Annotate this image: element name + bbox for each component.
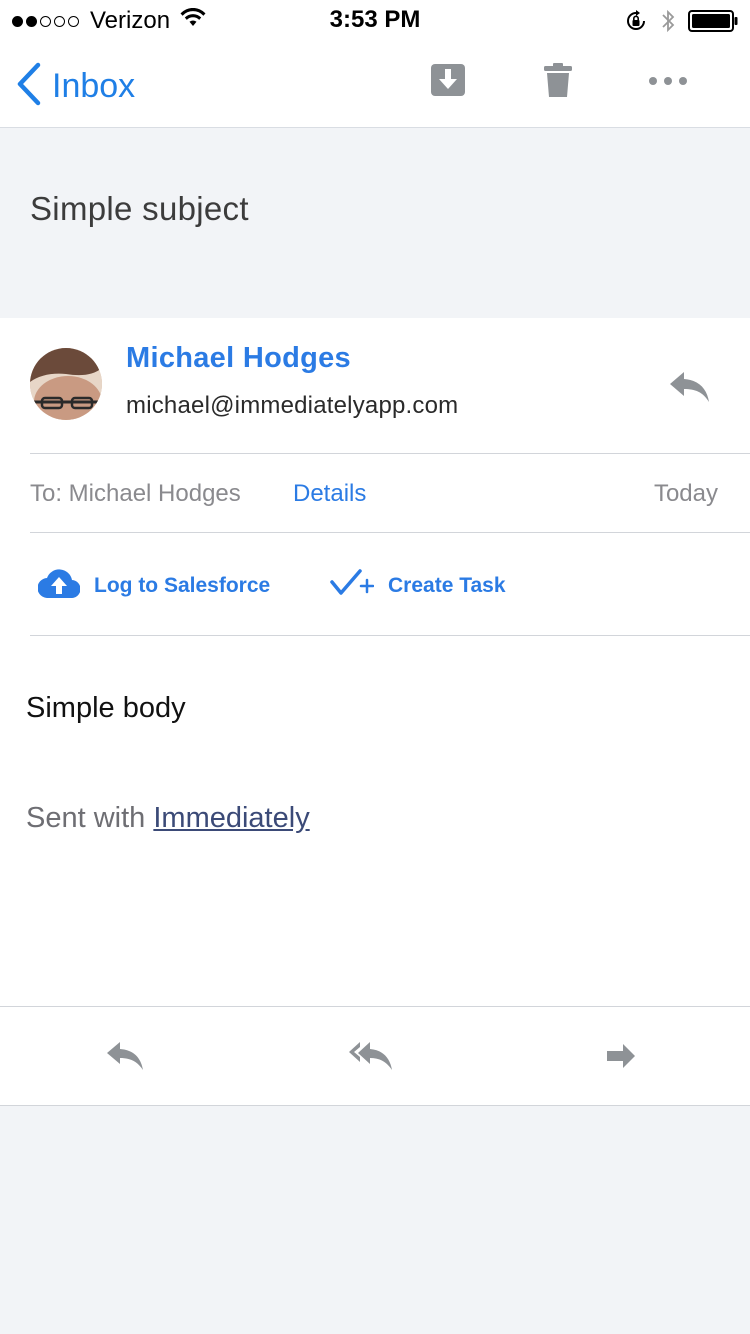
reply-all-button[interactable]: [346, 1040, 396, 1076]
reply-all-icon: [348, 1040, 394, 1077]
divider: [30, 453, 750, 454]
sender-email: michael@immediatelyapp.com: [126, 392, 459, 419]
navigation-bar: Inbox: [0, 40, 750, 128]
back-label: Inbox: [52, 67, 136, 105]
bluetooth-icon: [660, 8, 676, 39]
divider: [30, 532, 750, 533]
details-link[interactable]: Details: [293, 480, 366, 508]
email-card: Michael Hodges michael@immediatelyapp.co…: [0, 318, 750, 1106]
more-icon: [648, 73, 688, 91]
checkmark-plus-icon: [330, 568, 375, 604]
reply-icon: [668, 372, 712, 410]
divider: [30, 635, 750, 636]
archive-button[interactable]: [428, 62, 468, 102]
status-right: [612, 8, 738, 39]
battery-icon: [688, 10, 738, 37]
email-subject: Simple subject: [30, 190, 249, 227]
log-to-salesforce-label: Log to Salesforce: [94, 574, 271, 597]
divider: [0, 1006, 750, 1007]
create-task-button[interactable]: Create Task: [330, 568, 506, 604]
status-bar: Verizon 3:53 PM: [0, 0, 750, 40]
reply-button[interactable]: [668, 370, 712, 410]
reply-icon: [105, 1040, 145, 1077]
chevron-left-icon: [16, 62, 42, 111]
email-date: Today: [653, 480, 718, 507]
log-to-salesforce-button[interactable]: Log to Salesforce: [37, 568, 271, 604]
reply-bottom-button[interactable]: [100, 1040, 150, 1076]
forward-icon: [605, 1042, 637, 1075]
recipient-line: To: Michael Hodges: [30, 480, 241, 507]
email-body: Simple body: [26, 692, 186, 724]
archive-icon: [431, 63, 465, 101]
forward-button[interactable]: [596, 1040, 646, 1076]
cloud-upload-icon: [37, 568, 81, 604]
rotation-lock-icon: [624, 9, 648, 38]
more-button[interactable]: [648, 62, 688, 102]
create-task-label: Create Task: [388, 574, 506, 597]
email-signature: Sent with Immediately: [26, 802, 310, 835]
trash-icon: [544, 62, 572, 102]
divider: [0, 1105, 750, 1106]
signature-link[interactable]: Immediately: [153, 802, 309, 834]
back-button[interactable]: Inbox: [16, 62, 135, 111]
avatar[interactable]: [30, 348, 102, 420]
signature-prefix: Sent with: [26, 802, 146, 834]
sender-name[interactable]: Michael Hodges: [126, 342, 351, 375]
subject-header: Simple subject: [0, 128, 750, 318]
delete-button[interactable]: [538, 62, 578, 102]
